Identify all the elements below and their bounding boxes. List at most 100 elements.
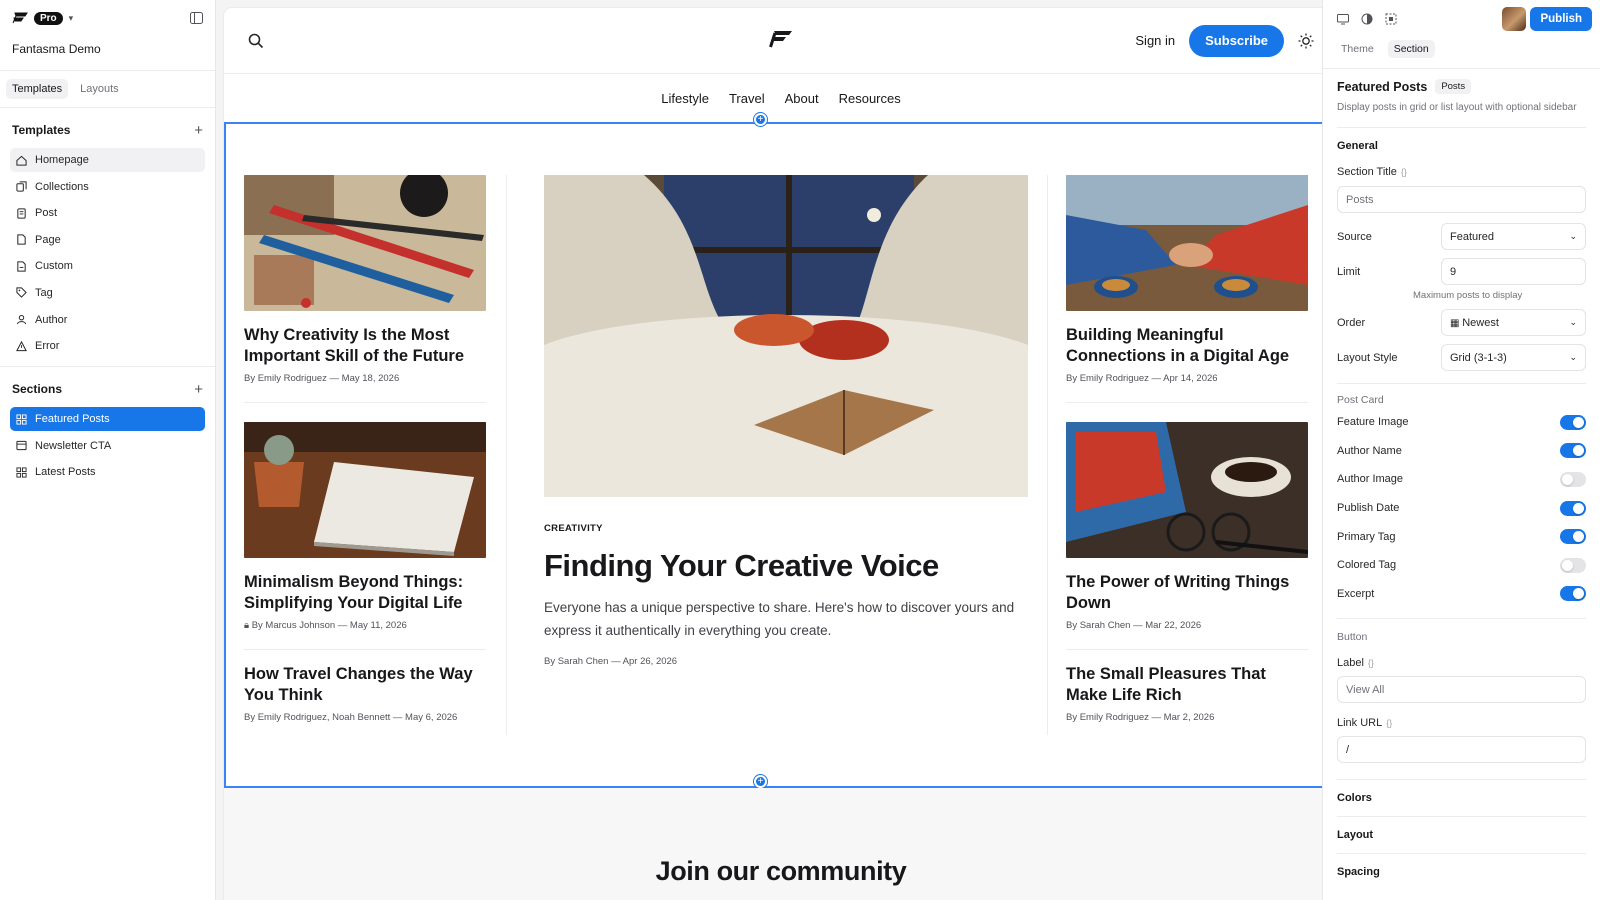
group-divider <box>1337 383 1586 384</box>
avatar[interactable] <box>1502 7 1527 31</box>
device-toggles <box>1337 13 1397 25</box>
add-section-icon[interactable]: + <box>194 381 203 398</box>
spacing-accordion[interactable]: Spacing <box>1337 853 1586 890</box>
grid-icon <box>16 414 27 425</box>
desktop-icon[interactable] <box>1337 13 1349 25</box>
chevron-down-icon: ⌄ <box>1569 231 1577 241</box>
section-name: Featured Posts <box>1337 79 1428 94</box>
toggle-row-author-name: Author Name <box>1337 437 1586 466</box>
post-title[interactable]: How Travel Changes the Way You Think <box>244 664 486 706</box>
layout-style-select[interactable]: Grid (3-1-3) ⌄ <box>1441 344 1586 371</box>
author-name-toggle[interactable] <box>1560 443 1586 459</box>
tab-theme[interactable]: Theme <box>1335 40 1380 58</box>
section-header: Featured Posts Posts <box>1337 79 1586 94</box>
sidebar-item-latest-posts[interactable]: Latest Posts <box>10 460 205 484</box>
featured-post-title[interactable]: Finding Your Creative Voice <box>544 548 1028 584</box>
tab-layouts[interactable]: Layouts <box>74 79 125 99</box>
sidebar-item-author[interactable]: Author <box>10 308 205 332</box>
menu-item-travel[interactable]: Travel <box>729 91 765 106</box>
post-card[interactable]: Minimalism Beyond Things: Simplifying Yo… <box>244 422 486 631</box>
toggle-row-excerpt: Excerpt <box>1337 580 1586 609</box>
order-value-wrap: ▦ Newest <box>1450 317 1499 329</box>
card-divider <box>1066 402 1308 403</box>
toggle-label: Colored Tag <box>1337 559 1397 572</box>
site-logo-icon[interactable] <box>769 30 793 48</box>
source-label: Source <box>1337 230 1372 243</box>
add-section-above-button[interactable]: + <box>754 113 767 126</box>
sidebar-item-collections[interactable]: Collections <box>10 175 205 199</box>
chevron-down-icon: ▾ <box>68 12 74 23</box>
post-card[interactable]: Why Creativity Is the Most Important Ski… <box>244 175 486 384</box>
layout-accordion[interactable]: Layout <box>1337 816 1586 853</box>
post-card[interactable]: The Small Pleasures That Make Life Rich … <box>1066 664 1308 723</box>
order-select[interactable]: ▦ Newest ⌄ <box>1441 309 1586 336</box>
sidebar-item-tag[interactable]: Tag <box>10 281 205 305</box>
sidebar-item-homepage[interactable]: Homepage <box>10 148 205 172</box>
post-card[interactable]: Building Meaningful Connections in a Dig… <box>1066 175 1308 384</box>
sidebar-divider <box>0 366 215 368</box>
menu-item-resources[interactable]: Resources <box>839 91 901 106</box>
menu-item-lifestyle[interactable]: Lifestyle <box>661 91 709 106</box>
add-template-icon[interactable]: + <box>194 122 203 139</box>
post-primary-tag[interactable]: CREATIVITY <box>544 523 1028 534</box>
general-group-heading: General <box>1337 140 1378 152</box>
publish-button[interactable]: Publish <box>1530 7 1592 31</box>
card-divider <box>244 402 486 403</box>
sidebar-item-error[interactable]: Error <box>10 334 205 358</box>
chevron-down-icon: ⌄ <box>1569 352 1577 362</box>
sun-icon[interactable] <box>1298 33 1314 49</box>
select-frame-icon[interactable] <box>1385 13 1397 25</box>
post-title[interactable]: The Power of Writing Things Down <box>1066 572 1308 614</box>
button-label-input[interactable]: View All <box>1337 676 1586 704</box>
source-select[interactable]: Featured ⌄ <box>1441 223 1586 250</box>
tab-section[interactable]: Section <box>1387 40 1435 58</box>
sidebar-item-newsletter-cta[interactable]: Newsletter CTA <box>10 434 205 458</box>
tab-templates[interactable]: Templates <box>6 79 69 99</box>
limit-input[interactable]: 9 <box>1441 258 1586 285</box>
sidebar-item-post[interactable]: Post <box>10 201 205 225</box>
order-label: Order <box>1337 316 1366 329</box>
colors-accordion[interactable]: Colors <box>1337 779 1586 816</box>
contrast-icon[interactable] <box>1361 13 1373 25</box>
post-title[interactable]: Why Creativity Is the Most Important Ski… <box>244 325 486 367</box>
post-title[interactable]: Building Meaningful Connections in a Dig… <box>1066 325 1308 367</box>
primary-tag-toggle[interactable] <box>1560 529 1586 545</box>
colored-tag-toggle[interactable] <box>1560 557 1586 573</box>
publish-date-toggle[interactable] <box>1560 500 1586 516</box>
post-title[interactable]: Minimalism Beyond Things: Simplifying Yo… <box>244 572 486 614</box>
sidebar-toggle-icon[interactable] <box>190 12 203 24</box>
source-value: Featured <box>1450 230 1495 243</box>
sidebar-item-label: Tag <box>35 286 53 299</box>
link-url-input[interactable]: / <box>1337 736 1586 764</box>
post-card[interactable]: How Travel Changes the Way You Think By … <box>244 664 486 723</box>
info-icon: {} <box>1386 718 1393 729</box>
section-title-input[interactable]: Posts <box>1337 186 1586 213</box>
plan-badge: Pro <box>34 11 63 25</box>
user-icon <box>16 315 27 325</box>
sidebar-item-page[interactable]: Page <box>10 228 205 252</box>
menu-item-about[interactable]: About <box>785 91 819 106</box>
post-meta: 🔒︎ By Marcus Johnson — May 11, 2026 <box>244 620 486 631</box>
templates-header: Templates + <box>0 112 215 148</box>
post-icon <box>17 208 26 219</box>
add-section-below-button[interactable]: + <box>754 775 767 788</box>
sidebar-item-custom[interactable]: Custom <box>10 254 205 278</box>
author-image-toggle[interactable] <box>1560 471 1586 487</box>
brand-switcher[interactable]: Pro ▾ <box>12 11 74 25</box>
signin-link[interactable]: Sign in <box>1135 33 1175 48</box>
left-tabs: Templates Layouts <box>0 71 215 108</box>
post-meta: By Emily Rodriguez — Apr 14, 2026 <box>1066 373 1218 384</box>
post-image <box>1066 422 1308 558</box>
search-icon[interactable] <box>248 33 264 49</box>
feature-image-toggle[interactable] <box>1560 414 1586 430</box>
button-group-heading: Button <box>1337 631 1368 644</box>
post-title[interactable]: The Small Pleasures That Make Life Rich <box>1066 664 1308 706</box>
sidebar-item-featured-posts[interactable]: Featured Posts <box>10 407 205 432</box>
toggle-row-colored-tag: Colored Tag <box>1337 551 1586 580</box>
post-card[interactable]: The Power of Writing Things Down By Sara… <box>1066 422 1308 631</box>
subscribe-button[interactable]: Subscribe <box>1189 24 1284 57</box>
section-type-badge: Posts <box>1435 79 1472 94</box>
featured-post[interactable]: CREATIVITY Finding Your Creative Voice E… <box>544 175 1028 667</box>
excerpt-toggle[interactable] <box>1560 586 1586 602</box>
collections-icon <box>16 181 27 192</box>
